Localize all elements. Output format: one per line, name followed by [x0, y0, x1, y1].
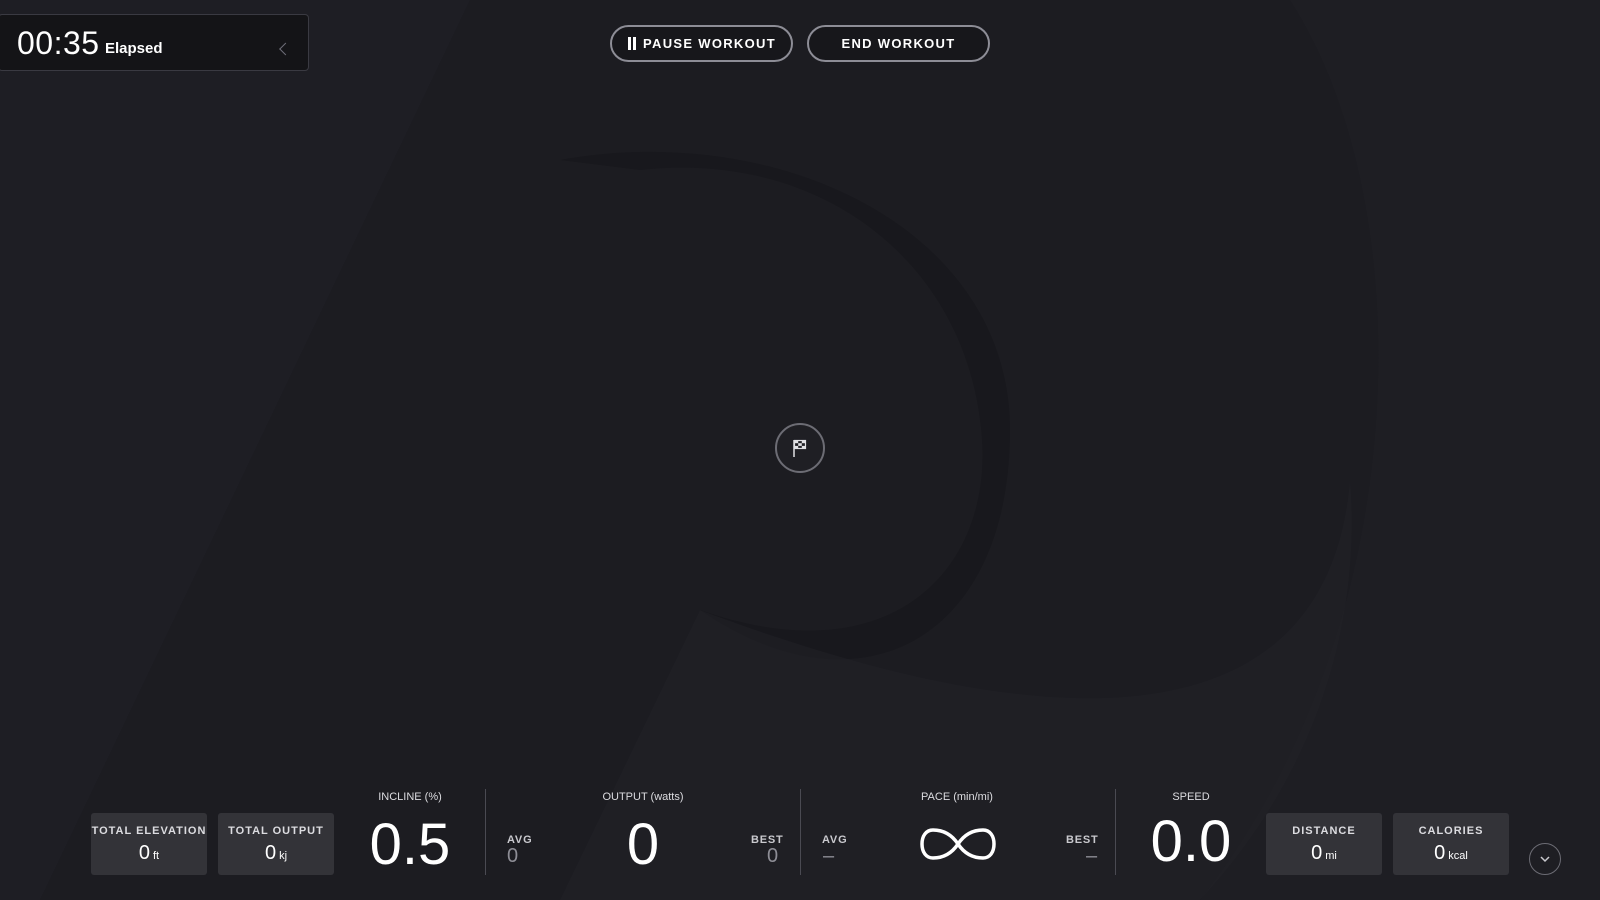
elapsed-time: 00:35 — [17, 25, 100, 61]
infinity-icon — [920, 828, 996, 860]
distance-unit: mi — [1325, 850, 1337, 862]
chevron-down-icon — [1540, 856, 1550, 863]
elapsed-label: Elapsed — [105, 40, 163, 57]
distance-card: DISTANCE 0 mi — [1266, 813, 1382, 875]
speed-value: 0.0 — [1150, 809, 1232, 874]
output-best-value: 0 — [767, 845, 779, 867]
incline-label: INCLINE (%) — [378, 791, 442, 803]
output-label: OUTPUT (watts) — [602, 791, 684, 803]
pace-best-value: – — [1086, 845, 1098, 867]
incline-value: 0.5 — [369, 812, 451, 877]
workout-screen: 00:35 Elapsed PAUSE WORKOUT END WORKOUT … — [0, 0, 1600, 900]
distance-label: DISTANCE — [1292, 825, 1356, 837]
speed-label: SPEED — [1172, 791, 1210, 803]
divider — [485, 789, 486, 875]
flag-button[interactable] — [775, 423, 825, 473]
chevron-left-icon[interactable] — [279, 42, 292, 56]
divider — [800, 789, 801, 875]
pause-icon — [627, 37, 637, 50]
end-workout-label: END WORKOUT — [841, 36, 956, 51]
end-workout-button[interactable]: END WORKOUT — [807, 25, 990, 62]
elapsed-timer-panel: 00:35 Elapsed — [0, 14, 309, 71]
pace-avg-value: – — [823, 845, 835, 867]
divider — [1115, 789, 1116, 875]
total-elevation-unit: ft — [153, 850, 160, 862]
output-avg-value: 0 — [507, 845, 519, 867]
calories-value: 0 — [1434, 842, 1446, 864]
calories-card: CALORIES 0 kcal — [1393, 813, 1509, 875]
calories-unit: kcal — [1448, 850, 1468, 862]
checkered-flag-icon — [793, 439, 807, 457]
expand-metrics-button[interactable] — [1529, 843, 1561, 875]
total-output-unit: kj — [279, 850, 288, 862]
pause-workout-label: PAUSE WORKOUT — [643, 36, 776, 51]
pause-workout-button[interactable]: PAUSE WORKOUT — [610, 25, 793, 62]
total-elevation-label: TOTAL ELEVATION — [91, 825, 207, 837]
total-output-label: TOTAL OUTPUT — [228, 825, 324, 837]
output-value: 0 — [626, 812, 660, 877]
calories-label: CALORIES — [1418, 825, 1484, 837]
total-elevation-value: 0 — [138, 842, 150, 864]
total-output-value: 0 — [264, 842, 277, 864]
pace-label: PACE (min/mi) — [921, 791, 993, 803]
total-elevation-card: TOTAL ELEVATION 0 ft — [91, 813, 207, 875]
total-output-card: TOTAL OUTPUT 0 kj — [218, 813, 334, 875]
distance-value: 0 — [1311, 842, 1323, 864]
